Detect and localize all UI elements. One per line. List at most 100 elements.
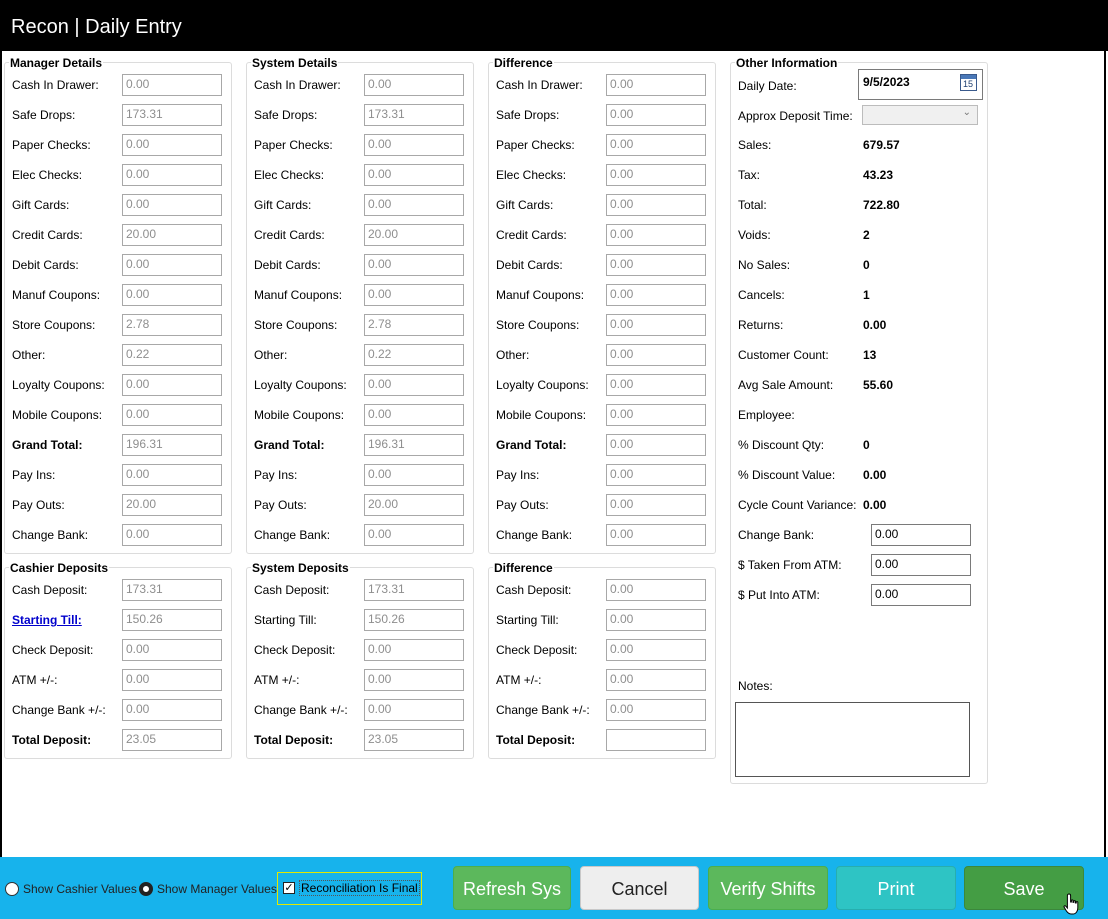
stat-label: Sales: <box>738 138 772 152</box>
readonly-field: 150.26 <box>122 609 222 631</box>
reconciliation-final-checkbox[interactable]: ✓ Reconciliation Is Final <box>277 872 422 905</box>
readonly-field: 0.00 <box>606 579 706 601</box>
field-row-store-coupons: Store Coupons: 2.78 <box>254 314 466 336</box>
field-label: Manuf Coupons: <box>12 288 101 302</box>
readonly-field: 173.31 <box>364 579 464 601</box>
group-title: Difference <box>493 561 554 575</box>
editable-field[interactable]: 0.00 <box>871 584 971 606</box>
print-button[interactable]: Print <box>836 866 956 910</box>
stat-label: Avg Sale Amount: <box>738 378 834 392</box>
readonly-field: 0.00 <box>606 494 706 516</box>
stat-label: Cancels: <box>738 288 785 302</box>
field-row-gift-cards: Gift Cards: 0.00 <box>496 194 708 216</box>
field-label: Safe Drops: <box>254 108 318 122</box>
field-label: Mobile Coupons: <box>12 408 103 422</box>
show-cashier-values-radio[interactable]: Show Cashier Values <box>5 880 137 898</box>
readonly-field: 0.00 <box>606 74 706 96</box>
stat-row-tax: Tax: 43.23 <box>738 164 978 186</box>
field-label: Credit Cards: <box>496 228 567 242</box>
notes-textarea[interactable] <box>735 702 970 777</box>
field-label: Total Deposit: <box>12 733 92 747</box>
field-label: Cash In Drawer: <box>12 78 99 92</box>
stat-value: 0.00 <box>863 498 887 512</box>
field-label: Change Bank +/-: <box>496 703 590 717</box>
field-label: Cash In Drawer: <box>254 78 341 92</box>
readonly-field: 0.22 <box>122 344 222 366</box>
field-row-manuf-coupons: Manuf Coupons: 0.00 <box>254 284 466 306</box>
field-row-safe-drops: Safe Drops: 0.00 <box>496 104 708 126</box>
field-label: ATM +/-: <box>254 673 300 687</box>
readonly-field: 0.00 <box>606 254 706 276</box>
readonly-field: 0.00 <box>606 669 706 691</box>
readonly-field: 0.00 <box>364 194 464 216</box>
chevron-down-icon: ⌄ <box>962 107 971 118</box>
editable-field[interactable]: 0.00 <box>871 554 971 576</box>
stat-row-cancels: Cancels: 1 <box>738 284 978 306</box>
readonly-field: 0.00 <box>364 374 464 396</box>
field-label: Starting Till: <box>496 613 559 627</box>
readonly-field: 0.00 <box>606 314 706 336</box>
stat-label: Customer Count: <box>738 348 829 362</box>
stat-label: % Discount Qty: <box>738 438 825 452</box>
refresh-sys-button[interactable]: Refresh Sys <box>453 866 571 910</box>
show-manager-values-radio[interactable]: Show Manager Values <box>139 880 277 898</box>
stat-value: 43.23 <box>863 168 894 182</box>
readonly-field: 0.00 <box>606 374 706 396</box>
stat-row-total: Total: 722.80 <box>738 194 978 216</box>
field-label: Credit Cards: <box>254 228 325 242</box>
daily-date-picker[interactable]: 9/5/2023 15 <box>858 69 983 100</box>
input-row-change-bank: Change Bank: 0.00 <box>738 524 978 546</box>
field-row-mobile-coupons: Mobile Coupons: 0.00 <box>254 404 466 426</box>
field-row-pay-outs: Pay Outs: 20.00 <box>254 494 466 516</box>
readonly-field: 0.00 <box>364 254 464 276</box>
field-row-other: Other: 0.22 <box>12 344 224 366</box>
field-row-check-deposit: Check Deposit: 0.00 <box>254 639 466 661</box>
field-row-atm: ATM +/-: 0.00 <box>12 669 224 691</box>
field-row-safe-drops: Safe Drops: 173.31 <box>254 104 466 126</box>
group-title: Other Information <box>735 56 839 70</box>
stat-row-cycle-count-variance: Cycle Count Variance: 0.00 <box>738 494 978 516</box>
readonly-field: 0.00 <box>606 524 706 546</box>
field-label: Credit Cards: <box>12 228 83 242</box>
readonly-field: 0.00 <box>122 164 222 186</box>
readonly-field: 0.00 <box>606 434 706 456</box>
field-label: Cash In Drawer: <box>496 78 583 92</box>
editable-field[interactable]: 0.00 <box>871 524 971 546</box>
readonly-field: 0.00 <box>606 639 706 661</box>
field-row-mobile-coupons: Mobile Coupons: 0.00 <box>496 404 708 426</box>
field-row-cash-in-drawer: Cash In Drawer: 0.00 <box>254 74 466 96</box>
cancel-button[interactable]: Cancel <box>580 866 699 910</box>
field-row-store-coupons: Store Coupons: 2.78 <box>12 314 224 336</box>
readonly-field: 0.00 <box>122 284 222 306</box>
readonly-field: 0.00 <box>606 164 706 186</box>
field-row-cash-deposit: Cash Deposit: 173.31 <box>254 579 466 601</box>
field-row-grand-total: Grand Total: 196.31 <box>254 434 466 456</box>
readonly-field: 0.00 <box>606 699 706 721</box>
stat-label: Voids: <box>738 228 771 242</box>
stat-label: Cycle Count Variance: <box>738 498 857 512</box>
readonly-field: 0.00 <box>606 194 706 216</box>
stat-row-no-sales: No Sales: 0 <box>738 254 978 276</box>
calendar-icon[interactable]: 15 <box>960 74 977 91</box>
readonly-field: 0.00 <box>122 74 222 96</box>
field-label: Manuf Coupons: <box>254 288 343 302</box>
field-label: Change Bank: <box>12 528 89 542</box>
cashier-deposits-group: Cashier Deposits Cash Deposit: 173.31 Start… <box>4 561 232 759</box>
readonly-field: 173.31 <box>122 579 222 601</box>
group-title: Cashier Deposits <box>9 561 110 575</box>
field-row-cash-in-drawer: Cash In Drawer: 0.00 <box>12 74 224 96</box>
readonly-field: 0.00 <box>122 524 222 546</box>
verify-shifts-button[interactable]: Verify Shifts <box>708 866 828 910</box>
field-row-change-bank: Change Bank: 0.00 <box>496 524 708 546</box>
field-row-paper-checks: Paper Checks: 0.00 <box>496 134 708 156</box>
readonly-field: 0.00 <box>364 524 464 546</box>
readonly-field <box>606 729 706 751</box>
stat-row-avg-sale-amount: Avg Sale Amount: 55.60 <box>738 374 978 396</box>
field-row-starting-till: Starting Till: 150.26 <box>12 609 224 631</box>
field-label[interactable]: Starting Till: <box>12 613 82 627</box>
calendar-day: 15 <box>963 79 974 89</box>
deposit-time-dropdown[interactable]: ⌄ <box>862 105 978 125</box>
field-row-other: Other: 0.00 <box>496 344 708 366</box>
field-label: Manuf Coupons: <box>496 288 585 302</box>
field-label: Paper Checks: <box>496 138 575 152</box>
